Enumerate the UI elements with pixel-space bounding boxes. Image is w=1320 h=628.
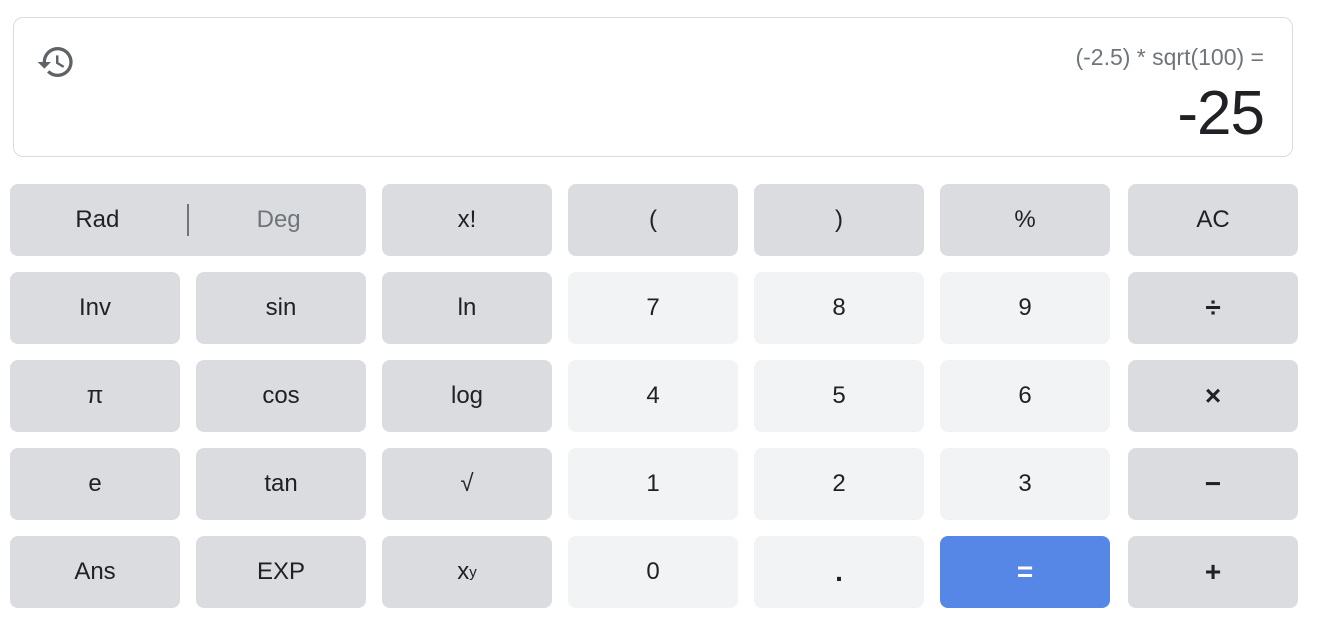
power-base: x [457,558,470,585]
digit-8-button[interactable]: 8 [754,272,924,344]
digit-3-button[interactable]: 3 [940,448,1110,520]
exp-button[interactable]: EXP [196,536,366,608]
power-button[interactable]: xy [382,536,552,608]
pi-button[interactable]: π [10,360,180,432]
digit-4-button[interactable]: 4 [568,360,738,432]
all-clear-button[interactable]: AC [1128,184,1298,256]
cos-button[interactable]: cos [196,360,366,432]
calculator-display: (-2.5) * sqrt(100) = -25 [13,17,1293,157]
open-paren-button[interactable]: ( [568,184,738,256]
minus-button[interactable]: − [1128,448,1298,520]
close-paren-button[interactable]: ) [754,184,924,256]
history-icon [37,47,73,78]
tan-button[interactable]: tan [196,448,366,520]
digit-5-button[interactable]: 5 [754,360,924,432]
digit-9-button[interactable]: 9 [940,272,1110,344]
divide-button[interactable]: ÷ [1128,272,1298,344]
inv-button[interactable]: Inv [10,272,180,344]
rad-deg-divider [186,204,189,236]
digit-6-button[interactable]: 6 [940,360,1110,432]
multiply-button[interactable]: × [1128,360,1298,432]
rad-deg-toggle[interactable]: Rad Deg [10,184,366,256]
euler-button[interactable]: e [10,448,180,520]
ln-button[interactable]: ln [382,272,552,344]
digit-1-button[interactable]: 1 [568,448,738,520]
keypad: Rad Deg x! ( ) % AC Inv sin ln 7 8 9 ÷ π… [10,184,1298,608]
result-text: -25 [1177,79,1265,148]
sin-button[interactable]: sin [196,272,366,344]
digit-2-button[interactable]: 2 [754,448,924,520]
percent-button[interactable]: % [940,184,1110,256]
deg-option[interactable]: Deg [194,206,364,234]
log-button[interactable]: log [382,360,552,432]
plus-button[interactable]: + [1128,536,1298,608]
decimal-button[interactable]: . [754,536,924,608]
expression-text: (-2.5) * sqrt(100) = [1075,44,1264,70]
rad-option[interactable]: Rad [12,206,182,234]
digit-7-button[interactable]: 7 [568,272,738,344]
sqrt-button[interactable]: √ [382,448,552,520]
factorial-button[interactable]: x! [382,184,552,256]
digit-0-button[interactable]: 0 [568,536,738,608]
equals-button[interactable]: = [940,536,1110,608]
ans-button[interactable]: Ans [10,536,180,608]
power-exponent: y [469,563,477,581]
history-button[interactable] [36,42,76,82]
